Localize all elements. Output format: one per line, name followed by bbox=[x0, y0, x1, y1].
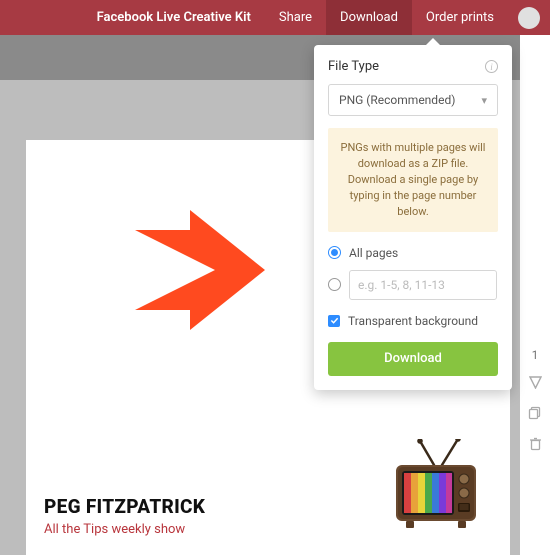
file-type-value: PNG (Recommended) bbox=[339, 93, 455, 107]
order-prints-button[interactable]: Order prints bbox=[412, 0, 508, 35]
zip-notice: PNGs with multiple pages will download a… bbox=[328, 128, 498, 232]
all-pages-label: All pages bbox=[349, 246, 398, 260]
download-confirm-button[interactable]: Download bbox=[328, 342, 498, 376]
file-type-select[interactable]: PNG (Recommended) ▾ bbox=[328, 84, 498, 116]
page-heading: PEG FITZPATRICK bbox=[44, 495, 205, 518]
page-text-block: PEG FITZPATRICK All the Tips weekly show bbox=[44, 495, 205, 537]
chevron-down-icon: ▾ bbox=[481, 94, 487, 107]
all-pages-radio[interactable] bbox=[328, 246, 341, 259]
file-type-label: File Type bbox=[328, 59, 379, 74]
delete-page-icon[interactable] bbox=[529, 436, 542, 455]
top-bar: Facebook Live Creative Kit Share Downloa… bbox=[0, 0, 550, 35]
page-number: 1 bbox=[532, 348, 539, 362]
tv-illustration bbox=[392, 439, 480, 535]
page-subheading: All the Tips weekly show bbox=[44, 522, 205, 537]
page-range-radio[interactable] bbox=[328, 278, 341, 291]
page-rail: 1 bbox=[528, 348, 542, 455]
download-dropdown: File Type i PNG (Recommended) ▾ PNGs wit… bbox=[314, 45, 512, 390]
info-icon[interactable]: i bbox=[485, 60, 498, 73]
share-button[interactable]: Share bbox=[265, 0, 326, 35]
design-title: Facebook Live Creative Kit bbox=[97, 10, 251, 25]
annotation-arrow-icon bbox=[135, 210, 285, 334]
page-range-input[interactable] bbox=[349, 270, 497, 300]
download-button[interactable]: Download bbox=[326, 0, 412, 35]
transparent-checkbox[interactable] bbox=[328, 315, 340, 327]
copy-page-icon[interactable] bbox=[528, 405, 542, 424]
add-page-icon[interactable] bbox=[529, 374, 542, 393]
avatar[interactable] bbox=[518, 7, 540, 29]
transparent-label: Transparent background bbox=[348, 314, 478, 328]
